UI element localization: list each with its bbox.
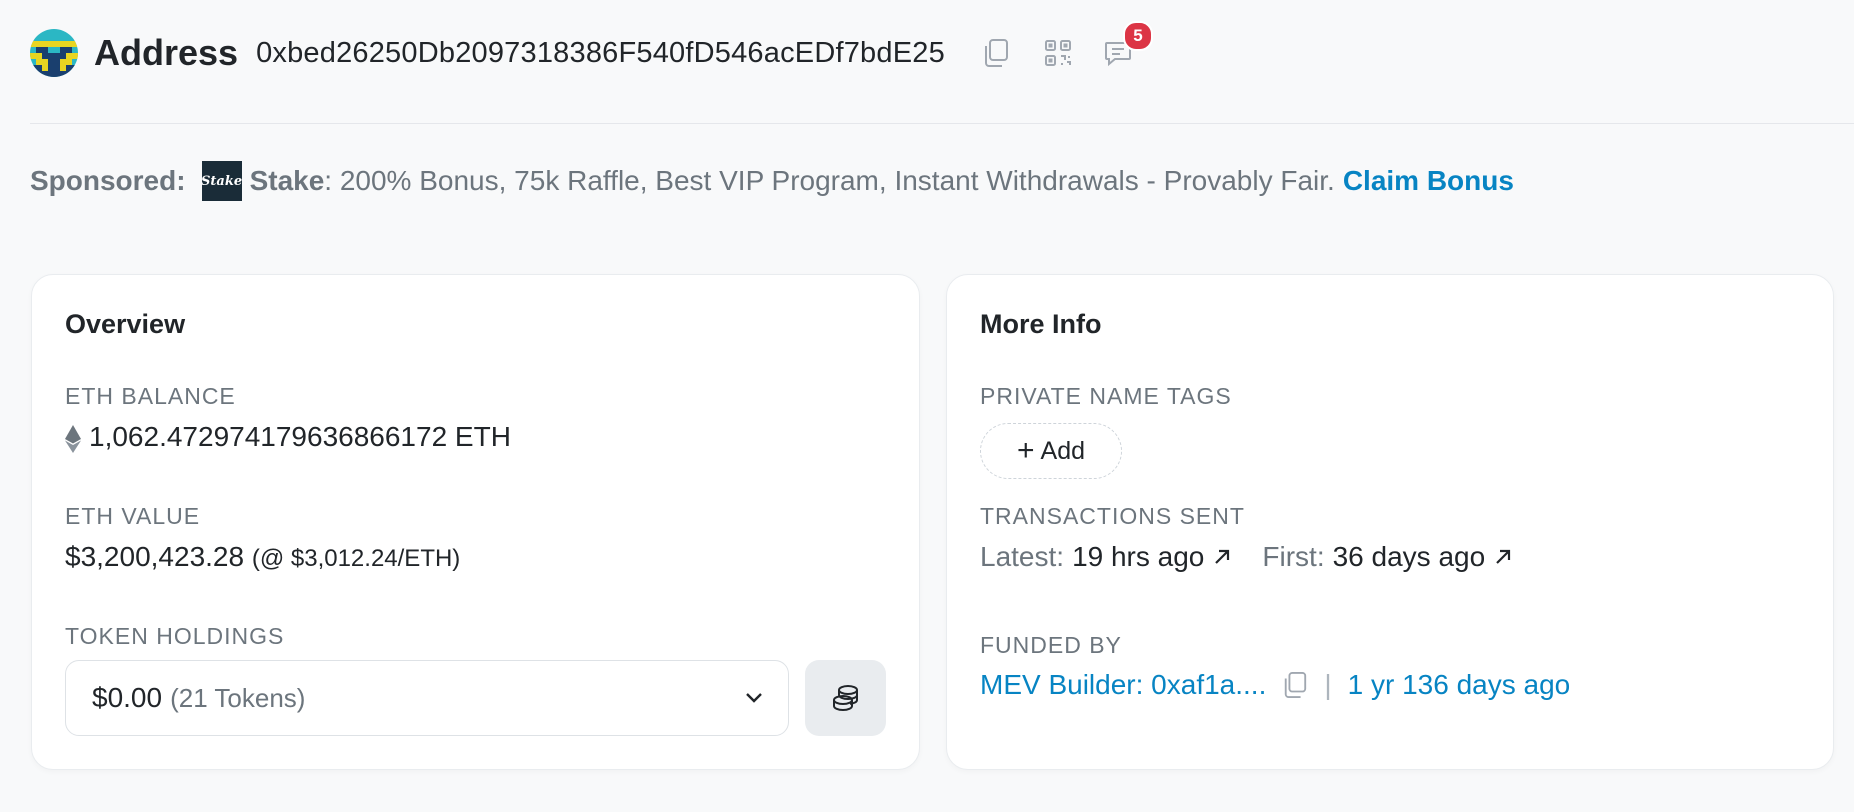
copy-address-button[interactable] bbox=[979, 36, 1013, 70]
eth-balance-row: 1,062.472974179636866172 ETH bbox=[65, 421, 511, 453]
add-name-tag-button[interactable]: + Add bbox=[980, 423, 1122, 479]
funded-by-row: MEV Builder: 0xaf1a.... | 1 yr 136 days … bbox=[980, 669, 1570, 701]
coins-icon bbox=[832, 685, 858, 712]
first-tx-link[interactable]: 36 days ago bbox=[1333, 541, 1486, 573]
latest-tx-link[interactable]: 19 hrs ago bbox=[1072, 541, 1204, 573]
more-info-card: More Info PRIVATE NAME TAGS + Add TRANSA… bbox=[946, 274, 1834, 770]
qr-code-button[interactable] bbox=[1041, 36, 1075, 70]
token-portfolio-button[interactable] bbox=[805, 660, 886, 736]
eth-price: (@ $3,012.24/ETH) bbox=[251, 545, 461, 572]
eth-value-row: $3,200,423.28 (@ $3,012.24/ETH) bbox=[65, 541, 460, 573]
address-avatar bbox=[30, 29, 78, 77]
overview-title: Overview bbox=[65, 309, 186, 339]
eth-value: $3,200,423.28 bbox=[65, 541, 245, 572]
page-title: Address bbox=[94, 32, 239, 73]
copy-icon[interactable] bbox=[1282, 671, 1308, 699]
address-hash: 0xbed26250Db2097318386F540fD546acEDf7bdE… bbox=[256, 36, 945, 69]
add-label: Add bbox=[1040, 436, 1085, 465]
private-name-tags-label: PRIVATE NAME TAGS bbox=[980, 383, 1232, 409]
eth-value-label: ETH VALUE bbox=[65, 503, 201, 529]
transactions-sent-row: Latest: 19 hrs ago First: 36 days ago bbox=[980, 541, 1513, 573]
claim-bonus-link[interactable]: Claim Bonus bbox=[1343, 165, 1514, 197]
token-holdings-dropdown[interactable]: $0.00 (21 Tokens) bbox=[65, 660, 789, 736]
eth-balance-value: 1,062.472974179636866172 ETH bbox=[89, 421, 511, 452]
copy-icon bbox=[984, 39, 1008, 67]
header-divider bbox=[30, 123, 1854, 124]
transactions-sent-label: TRANSACTIONS SENT bbox=[980, 503, 1245, 529]
overview-card: Overview ETH BALANCE 1,062.4729741796368… bbox=[31, 274, 920, 770]
chevron-down-icon bbox=[746, 693, 762, 703]
plus-icon: + bbox=[1016, 434, 1035, 467]
funded-age-link[interactable]: 1 yr 136 days ago bbox=[1348, 669, 1571, 701]
comments-button[interactable]: 5 bbox=[1101, 21, 1153, 70]
sponsored-banner: Sponsored: Stake Stake : 200% Bonus, 75k… bbox=[30, 160, 1514, 202]
token-holdings-label: TOKEN HOLDINGS bbox=[65, 623, 285, 649]
funded-by-label: FUNDED BY bbox=[980, 632, 1122, 658]
arrow-up-right-icon[interactable] bbox=[1493, 547, 1513, 567]
sponsor-text: : 200% Bonus, 75k Raffle, Best VIP Progr… bbox=[324, 165, 1335, 196]
notification-badge: 5 bbox=[1122, 21, 1153, 51]
qr-code-icon bbox=[1044, 40, 1071, 66]
stake-logo[interactable]: Stake bbox=[201, 161, 242, 201]
eth-balance-label: ETH BALANCE bbox=[65, 383, 236, 409]
arrow-up-right-icon[interactable] bbox=[1212, 547, 1232, 567]
sponsor-name: Stake bbox=[249, 165, 325, 196]
token-value: $0.00 bbox=[92, 682, 163, 713]
first-label: First: bbox=[1262, 541, 1325, 572]
more-info-title: More Info bbox=[980, 309, 1102, 339]
token-count: (21 Tokens) bbox=[170, 682, 306, 713]
ethereum-icon bbox=[65, 424, 81, 453]
page-header: Address 0xbed26250Db2097318386F540fD546a… bbox=[30, 21, 1153, 80]
sponsored-label: Sponsored: bbox=[30, 165, 186, 196]
funded-separator: | bbox=[1324, 669, 1332, 700]
latest-label: Latest: bbox=[980, 541, 1065, 572]
funded-by-link[interactable]: MEV Builder: 0xaf1a.... bbox=[980, 669, 1266, 701]
